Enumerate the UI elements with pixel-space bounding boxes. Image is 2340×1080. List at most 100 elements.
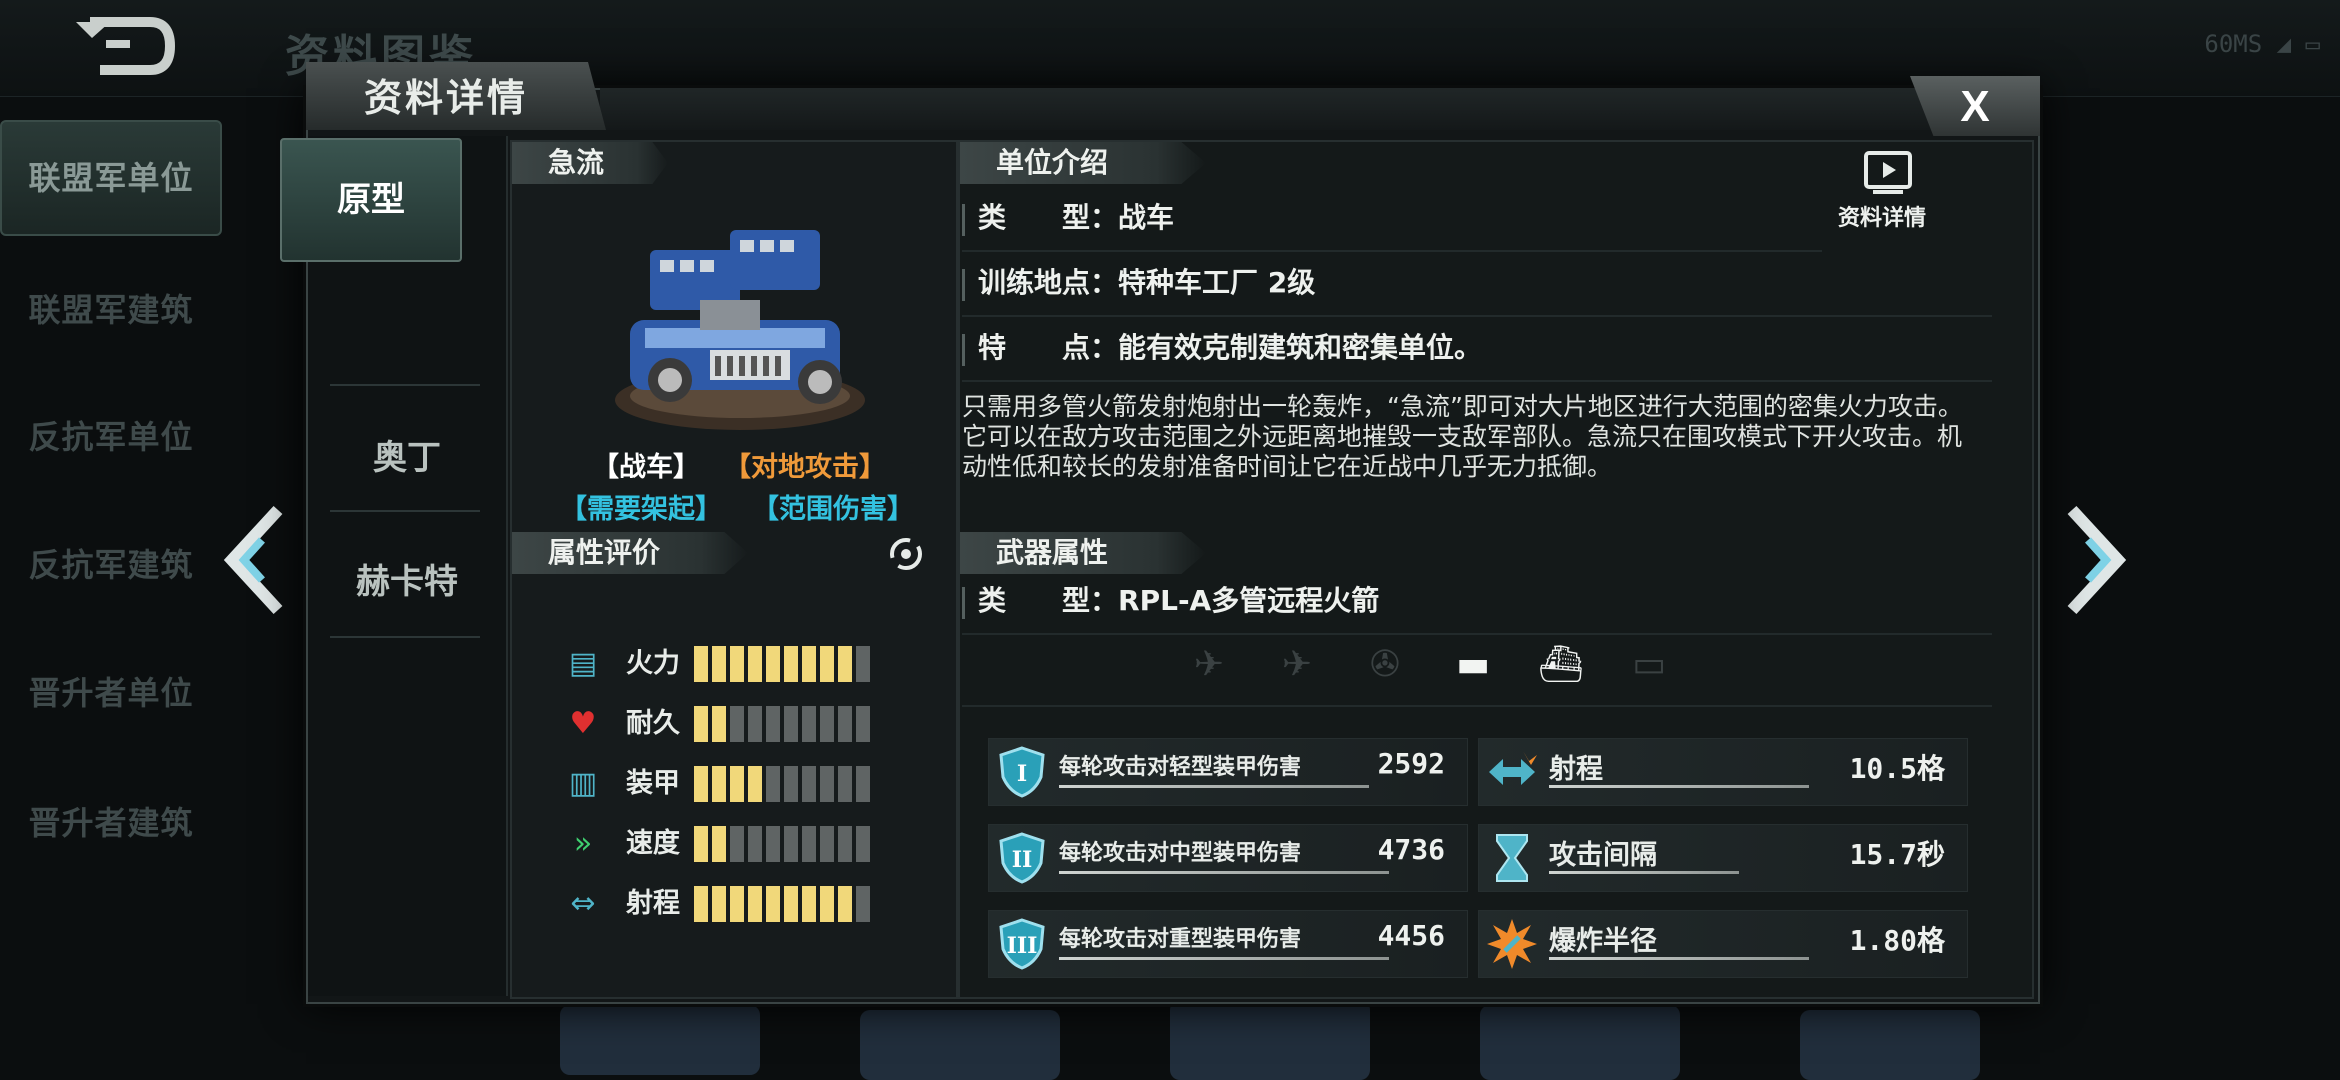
rating-segment xyxy=(766,646,780,682)
rating-segment xyxy=(838,826,852,862)
tag-deploy-required: 【需要架起】 xyxy=(560,494,722,525)
play-icon xyxy=(1864,151,1912,194)
rating-segment xyxy=(730,766,744,802)
unit-name: 急流 xyxy=(512,142,668,184)
info-label-feature: 特 点：能有效克制建筑和密集单位。 xyxy=(978,326,1482,366)
rating-segment xyxy=(694,706,708,742)
tab-odin[interactable]: 奥丁 xyxy=(308,398,506,518)
modal-title: 资料详情 xyxy=(363,76,528,120)
rating-segment xyxy=(694,646,708,682)
sidebar-item-ascended-units[interactable]: 晋升者单位 xyxy=(0,668,222,714)
stat-value: 15.7秒 xyxy=(1849,838,1945,871)
rating-bar xyxy=(694,826,870,862)
rating-label: 射程 xyxy=(626,888,680,919)
tab-hecate[interactable]: 赫卡特 xyxy=(308,522,506,642)
rating-row: ▤ 火力 xyxy=(560,644,910,684)
rating-segment xyxy=(820,646,834,682)
range-icon xyxy=(1489,751,1537,785)
row-marker xyxy=(962,334,965,366)
type-label: 类 型： xyxy=(978,201,1119,234)
rating-segment xyxy=(748,886,762,922)
next-arrow-icon[interactable] xyxy=(2052,500,2132,620)
tag-ground-attack: 【对地攻击】 xyxy=(724,452,886,483)
stat-underline xyxy=(1549,957,1809,960)
tab-prototype[interactable]: 原型 xyxy=(280,138,462,262)
unit-description: 只需用多管火箭发射炮射出一轮轰炸，“急流”即可对大片地区进行大范围的密集火力攻击… xyxy=(962,392,1963,481)
fighter-jet-icon: ✈ xyxy=(1193,644,1225,685)
video-detail-button[interactable]: 资料详情 xyxy=(1838,150,1938,250)
sidebar-item-rebel-buildings[interactable]: 反抗军建筑 xyxy=(0,540,222,586)
rating-segment xyxy=(766,706,780,742)
rating-segment xyxy=(766,886,780,922)
aircraft-icon: ✈ xyxy=(1281,644,1313,685)
damage-card: I 每轮攻击对轻型装甲伤害 2592 xyxy=(988,738,1468,806)
rating-segment xyxy=(712,886,726,922)
weapon-type-row: 类 型：RPL-A多管远程火箭 xyxy=(962,573,1992,635)
rating-segment xyxy=(784,826,798,862)
rating-segment xyxy=(784,766,798,802)
rating-segment xyxy=(856,886,870,922)
damage-value: 2592 xyxy=(1377,747,1445,780)
rating-segment xyxy=(694,886,708,922)
rating-segment xyxy=(838,646,852,682)
training-value: 特种车工厂 2级 xyxy=(1118,266,1316,299)
back-icon[interactable] xyxy=(70,14,180,78)
rating-segment xyxy=(820,886,834,922)
rating-row: » 速度 xyxy=(560,824,910,864)
rating-segment xyxy=(766,766,780,802)
rating-label: 速度 xyxy=(626,828,680,859)
info-label-training: 训练地点：特种车工厂 2级 xyxy=(978,261,1315,301)
armor-icon: ▥ xyxy=(568,766,598,801)
divider xyxy=(962,705,1992,707)
sidebar-item-rebel-units[interactable]: 反抗军单位 xyxy=(0,412,222,458)
rating-segment xyxy=(694,826,708,862)
feature-label: 特 点： xyxy=(978,331,1119,364)
rating-segment xyxy=(730,706,744,742)
divider xyxy=(330,384,480,386)
rating-segment xyxy=(748,706,762,742)
svg-text:II: II xyxy=(1012,847,1033,873)
rating-segment xyxy=(802,886,816,922)
stat-label: 攻击间隔 xyxy=(1549,840,1657,871)
sidebar-item-alliance-buildings[interactable]: 联盟军建筑 xyxy=(0,285,222,331)
divider xyxy=(330,636,480,638)
rating-segment xyxy=(766,826,780,862)
damage-label: 每轮攻击对中型装甲伤害 xyxy=(1059,841,1302,866)
rating-bar xyxy=(694,646,870,682)
rating-segment xyxy=(712,706,726,742)
stat-value: 10.5格 xyxy=(1849,752,1945,785)
rating-segment xyxy=(856,706,870,742)
tank-icon: ▬ xyxy=(1455,644,1490,685)
rating-segment xyxy=(748,646,762,682)
refresh-icon[interactable] xyxy=(886,534,926,574)
info-row-feature: 特 点：能有效克制建筑和密集单位。 xyxy=(962,320,1992,382)
info-label-type: 类 型：战车 xyxy=(978,196,1174,236)
rating-segment xyxy=(712,766,726,802)
stat-label: 射程 xyxy=(1549,754,1603,785)
rating-segment xyxy=(820,826,834,862)
explosion-icon xyxy=(1487,919,1537,969)
row-marker xyxy=(962,204,965,236)
rocket-tank-image xyxy=(615,230,865,430)
rating-row: ♥ 耐久 xyxy=(560,704,910,744)
rating-segment xyxy=(856,766,870,802)
firepower-icon: ▤ xyxy=(568,646,598,681)
hourglass-icon xyxy=(1496,834,1528,882)
faction-sidebar: 联盟军单位 联盟军建筑 反抗军单位 反抗军建筑 晋升者单位 晋升者建筑 xyxy=(0,110,222,1080)
stat-underline xyxy=(1059,871,1389,874)
svg-text:III: III xyxy=(1007,933,1038,959)
stat-underline xyxy=(1549,785,1809,788)
previous-arrow-icon[interactable] xyxy=(218,500,298,620)
rating-segment xyxy=(802,646,816,682)
ship-icon: ⛴ xyxy=(1538,644,1584,685)
weapon-stat-card: 射程 10.5格 xyxy=(1478,738,1968,806)
rating-segment xyxy=(784,646,798,682)
damage-label: 每轮攻击对轻型装甲伤害 xyxy=(1059,755,1302,780)
rating-row: ⇔ 射程 xyxy=(560,884,910,924)
rating-bar xyxy=(694,706,870,742)
sidebar-item-ascended-buildings[interactable]: 晋升者建筑 xyxy=(0,798,222,844)
rating-segment xyxy=(802,706,816,742)
sidebar-item-alliance-units[interactable]: 联盟军单位 xyxy=(0,120,222,236)
rating-row: ▥ 装甲 xyxy=(560,764,910,804)
variant-tabs: 原型 奥丁 赫卡特 xyxy=(280,136,508,996)
